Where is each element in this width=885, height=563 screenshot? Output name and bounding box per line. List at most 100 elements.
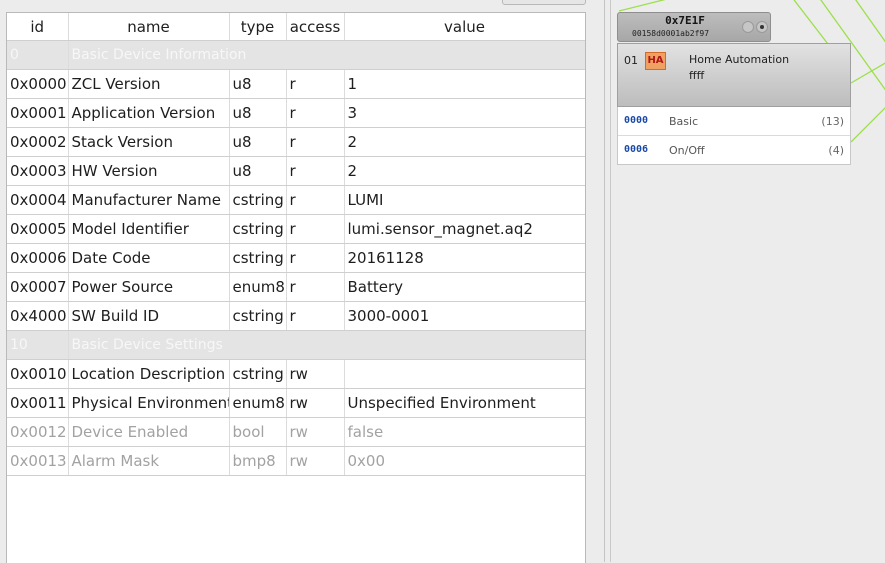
cluster-attribute-count: (13) bbox=[821, 115, 844, 128]
attribute-access-cell: r bbox=[286, 272, 345, 302]
attribute-type-cell: u8 bbox=[229, 98, 287, 128]
table-row[interactable]: 0x0003 HW Version u8 r 2 bbox=[7, 156, 585, 186]
group-name: Basic Device Settings bbox=[68, 330, 585, 360]
attribute-id-cell: 0x0002 bbox=[7, 127, 69, 157]
attribute-group-row[interactable]: 0 Basic Device Information bbox=[7, 40, 585, 70]
attribute-table-panel: id name type access value 0 Basic Device … bbox=[6, 12, 586, 563]
attribute-access-cell: r bbox=[286, 214, 345, 244]
column-header-id[interactable]: id bbox=[7, 13, 69, 41]
attribute-access-cell: rw bbox=[286, 446, 345, 476]
endpoint-panel[interactable]: 01 HA Home Automation ffff bbox=[617, 43, 851, 107]
table-row[interactable]: 0x0010 Location Description cstring rw bbox=[7, 359, 585, 389]
node-graph-canvas[interactable]: 0x7E1F 00158d0001ab2f97 01 HA Home Autom… bbox=[610, 0, 885, 562]
attribute-name-cell: Physical Environment bbox=[68, 388, 230, 418]
top-toolbar-button[interactable] bbox=[502, 0, 586, 5]
node-mac-address: 00158d0001ab2f97 bbox=[632, 29, 710, 38]
endpoint-number: 01 bbox=[624, 54, 638, 67]
attribute-id-cell: 0x0005 bbox=[7, 214, 69, 244]
attribute-access-cell: r bbox=[286, 301, 345, 331]
attribute-table: id name type access value 0 Basic Device … bbox=[7, 13, 585, 476]
attribute-id-cell: 0x0007 bbox=[7, 272, 69, 302]
table-row[interactable]: 0x0012 Device Enabled bool rw false bbox=[7, 417, 585, 447]
attribute-type-cell: cstring bbox=[229, 301, 287, 331]
connection-wire bbox=[618, 0, 666, 12]
node-status-icon[interactable] bbox=[742, 21, 754, 33]
cluster-list: 0000 Basic (13) 0006 On/Off (4) bbox=[617, 107, 851, 165]
cluster-id: 0006 bbox=[624, 144, 649, 155]
cluster-id: 0000 bbox=[624, 115, 649, 126]
attribute-id-cell: 0x0012 bbox=[7, 417, 69, 447]
attribute-access-cell: r bbox=[286, 185, 345, 215]
connection-wire bbox=[850, 107, 885, 143]
attribute-name-cell: Device Enabled bbox=[68, 417, 230, 447]
attribute-name-cell: Manufacturer Name bbox=[68, 185, 230, 215]
attribute-name-cell: Stack Version bbox=[68, 127, 230, 157]
attribute-value-cell[interactable]: 3000-0001 bbox=[344, 301, 585, 331]
attribute-id-cell: 0x0011 bbox=[7, 388, 69, 418]
attribute-value-cell[interactable]: LUMI bbox=[344, 185, 585, 215]
attribute-type-cell: u8 bbox=[229, 156, 287, 186]
table-row[interactable]: 0x0007 Power Source enum8 r Battery bbox=[7, 272, 585, 302]
cluster-attribute-count: (4) bbox=[828, 144, 844, 157]
attribute-id-cell: 0x4000 bbox=[7, 301, 69, 331]
attribute-group-row[interactable]: 10 Basic Device Settings bbox=[7, 330, 585, 360]
table-row[interactable]: 0x0005 Model Identifier cstring r lumi.senso… bbox=[7, 214, 585, 244]
attribute-id-cell: 0x0010 bbox=[7, 359, 69, 389]
attribute-type-cell: u8 bbox=[229, 69, 287, 99]
attribute-type-cell: enum8 bbox=[229, 272, 287, 302]
attribute-access-cell: rw bbox=[286, 388, 345, 418]
attribute-value-cell[interactable]: Unspecified Environment bbox=[344, 388, 585, 418]
attribute-id-cell: 0x0003 bbox=[7, 156, 69, 186]
connection-wire bbox=[855, 0, 885, 43]
column-header-value[interactable]: value bbox=[344, 13, 585, 41]
attribute-value-cell[interactable] bbox=[344, 359, 585, 389]
column-header-access[interactable]: access bbox=[286, 13, 345, 41]
table-header: id name type access value bbox=[7, 13, 585, 41]
cluster-row-basic[interactable]: 0000 Basic (13) bbox=[618, 107, 850, 136]
attribute-value-cell[interactable]: 2 bbox=[344, 127, 585, 157]
attribute-name-cell: ZCL Version bbox=[68, 69, 230, 99]
attribute-value-cell[interactable]: Battery bbox=[344, 272, 585, 302]
table-row[interactable]: 0x0013 Alarm Mask bmp8 rw 0x00 bbox=[7, 446, 585, 476]
profile-badge-icon: HA bbox=[645, 52, 666, 70]
attribute-value-cell[interactable]: false bbox=[344, 417, 585, 447]
connection-wire bbox=[793, 0, 832, 49]
attribute-access-cell: rw bbox=[286, 417, 345, 447]
table-row[interactable]: 0x0001 Application Version u8 r 3 bbox=[7, 98, 585, 128]
attribute-id-cell: 0x0004 bbox=[7, 185, 69, 215]
table-row[interactable]: 0x0011 Physical Environment enum8 rw Unspeci… bbox=[7, 388, 585, 418]
attribute-id-cell: 0x0013 bbox=[7, 446, 69, 476]
attribute-value-cell[interactable]: lumi.sensor_magnet.aq2 bbox=[344, 214, 585, 244]
attribute-name-cell: HW Version bbox=[68, 156, 230, 186]
attribute-name-cell: Model Identifier bbox=[68, 214, 230, 244]
cluster-row-on-off[interactable]: 0006 On/Off (4) bbox=[618, 136, 850, 164]
attribute-value-cell[interactable]: 0x00 bbox=[344, 446, 585, 476]
column-header-type[interactable]: type bbox=[229, 13, 287, 41]
table-row[interactable]: 0x0004 Manufacturer Name cstring r LUMI bbox=[7, 185, 585, 215]
node-header[interactable]: 0x7E1F 00158d0001ab2f97 bbox=[617, 12, 771, 42]
attribute-type-cell: bmp8 bbox=[229, 446, 287, 476]
panel-splitter[interactable] bbox=[604, 0, 605, 562]
column-header-name[interactable]: name bbox=[68, 13, 230, 41]
attribute-value-cell[interactable]: 20161128 bbox=[344, 243, 585, 273]
endpoint-device-id: ffff bbox=[689, 69, 705, 82]
attribute-type-cell: u8 bbox=[229, 127, 287, 157]
attribute-name-cell: SW Build ID bbox=[68, 301, 230, 331]
attribute-value-cell[interactable]: 3 bbox=[344, 98, 585, 128]
table-row[interactable]: 0x0002 Stack Version u8 r 2 bbox=[7, 127, 585, 157]
table-row[interactable]: 0x4000 SW Build ID cstring r 3000-0001 bbox=[7, 301, 585, 331]
attribute-name-cell: Alarm Mask bbox=[68, 446, 230, 476]
node-address: 0x7E1F bbox=[665, 14, 705, 27]
attribute-type-cell: cstring bbox=[229, 214, 287, 244]
group-id: 0 bbox=[7, 40, 69, 70]
node-toggle-icon[interactable] bbox=[756, 21, 768, 33]
attribute-access-cell: r bbox=[286, 156, 345, 186]
attribute-name-cell: Date Code bbox=[68, 243, 230, 273]
attribute-value-cell[interactable]: 2 bbox=[344, 156, 585, 186]
group-name: Basic Device Information bbox=[68, 40, 585, 70]
attribute-value-cell[interactable]: 1 bbox=[344, 69, 585, 99]
group-id: 10 bbox=[7, 330, 69, 360]
table-row[interactable]: 0x0000 ZCL Version u8 r 1 bbox=[7, 69, 585, 99]
cluster-name: On/Off bbox=[669, 144, 705, 157]
table-row[interactable]: 0x0006 Date Code cstring r 20161128 bbox=[7, 243, 585, 273]
